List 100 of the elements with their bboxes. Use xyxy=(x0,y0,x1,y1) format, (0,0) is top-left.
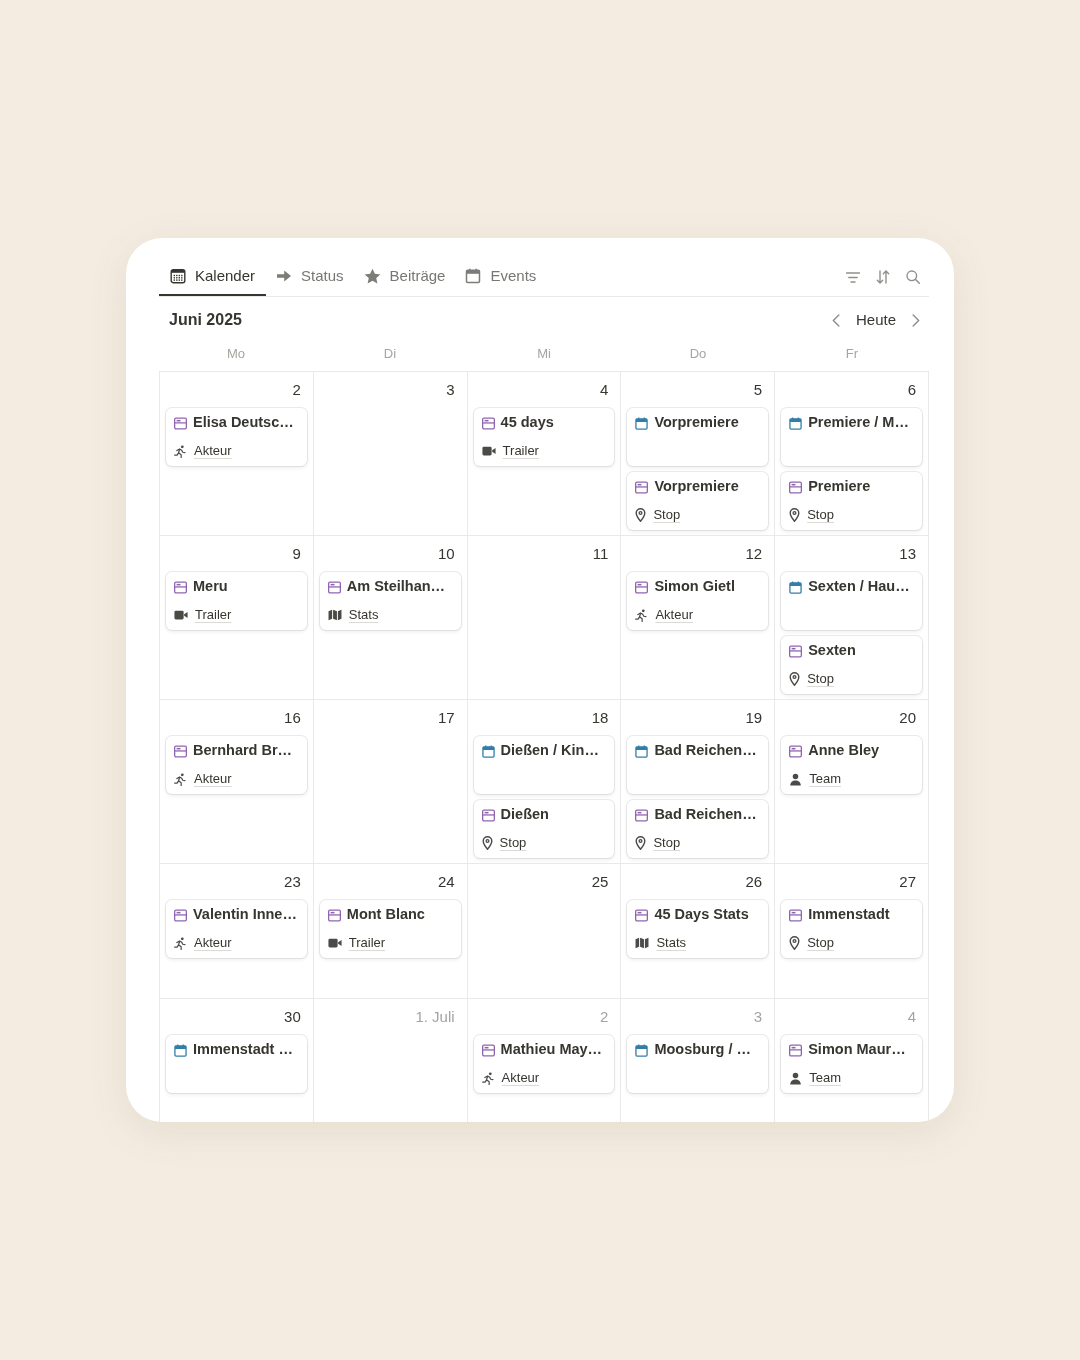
filter-icon[interactable] xyxy=(846,271,860,283)
pin-icon xyxy=(635,836,647,850)
pin-icon xyxy=(789,936,801,950)
event-card[interactable]: Premiere Stop xyxy=(781,472,922,530)
today-button[interactable]: Heute xyxy=(853,308,898,332)
event-title: Bernhard Br… xyxy=(193,741,293,761)
view-tab[interactable]: Events xyxy=(455,258,547,296)
event-card[interactable]: Bad Reichen… xyxy=(627,736,769,794)
event-card[interactable]: Moosburg / … xyxy=(627,1035,769,1093)
calendar-icon xyxy=(174,1043,187,1057)
view-tab[interactable]: Beiträge xyxy=(353,258,456,296)
event-card[interactable]: 45 days Trailer xyxy=(473,408,615,466)
relation-link[interactable]: Trailer xyxy=(502,441,539,461)
relation-link[interactable]: Stop xyxy=(807,505,834,525)
relation-link[interactable]: Akteur xyxy=(655,605,693,625)
event-title: Premiere / M… xyxy=(808,413,909,433)
pin-icon xyxy=(789,508,801,522)
chevron-left-icon[interactable] xyxy=(831,313,840,327)
calendar-grid-icon xyxy=(170,268,186,284)
calendar-icon xyxy=(635,1043,649,1057)
event-card[interactable]: Mathieu May… Akteur xyxy=(473,1035,615,1093)
relation-link[interactable]: Stop xyxy=(653,833,681,853)
event-card[interactable]: Bernhard Br… Akteur xyxy=(166,736,307,794)
day-number: 13 xyxy=(899,544,916,564)
board-icon xyxy=(327,908,341,922)
board-icon xyxy=(327,580,341,594)
relation-link[interactable]: Stats xyxy=(656,933,686,953)
running-person-icon xyxy=(174,444,187,458)
event-card[interactable]: Simon Gietl Akteur xyxy=(627,572,769,630)
event-title: 45 Days Stats xyxy=(654,905,749,925)
event-card[interactable]: Immenstadt Stop xyxy=(781,900,922,958)
view-tab[interactable]: Status xyxy=(266,258,354,296)
calendar-icon xyxy=(465,268,482,284)
relation-link[interactable]: Akteur xyxy=(194,441,232,461)
relation-link[interactable]: Akteur xyxy=(501,1068,540,1088)
relation-link[interactable]: Stop xyxy=(807,933,834,953)
day-number: 10 xyxy=(437,544,455,564)
event-card[interactable]: 45 Days Stats Stats xyxy=(627,900,769,958)
running-person-icon xyxy=(174,772,187,786)
relation-link[interactable]: Stop xyxy=(653,505,681,525)
running-person-icon xyxy=(174,936,187,950)
event-title: Am Steilhan… xyxy=(346,577,446,597)
event-card[interactable]: Sexten Stop xyxy=(781,636,922,694)
event-title: Elisa Deutsc… xyxy=(193,413,294,433)
day-number: 20 xyxy=(899,708,916,728)
relation-link[interactable]: Team xyxy=(809,769,841,789)
relation-link[interactable]: Stats xyxy=(348,605,379,625)
search-icon[interactable] xyxy=(906,270,920,284)
event-title: Simon Maur… xyxy=(808,1040,906,1060)
relation-link[interactable]: Stop xyxy=(807,669,834,689)
relation-link[interactable]: Akteur xyxy=(194,933,232,953)
relation-link[interactable]: Team xyxy=(809,1068,841,1088)
chevron-right-icon[interactable] xyxy=(912,313,920,327)
event-card[interactable]: Valentin Inne… Akteur xyxy=(166,900,307,958)
calendar-icon xyxy=(635,416,649,430)
event-card[interactable]: Immenstadt … xyxy=(166,1035,307,1093)
board-icon xyxy=(635,580,649,594)
running-person-icon xyxy=(635,608,649,622)
calendar-icon xyxy=(481,744,495,758)
day-number: 5 xyxy=(753,380,763,400)
event-card[interactable]: Elisa Deutsc… Akteur xyxy=(166,408,307,466)
event-title: Moosburg / … xyxy=(654,1040,752,1060)
event-title: Simon Gietl xyxy=(654,577,735,597)
relation-link[interactable]: Trailer xyxy=(348,933,386,953)
event-title: Dießen / Kin… xyxy=(500,741,599,761)
board-icon xyxy=(481,416,495,430)
event-card[interactable]: Sexten / Hau… xyxy=(781,572,922,630)
board-icon xyxy=(635,808,649,822)
calendar-icon xyxy=(789,580,803,594)
event-card[interactable]: Am Steilhan… Stats xyxy=(319,572,461,630)
event-card[interactable]: Dießen / Kin… xyxy=(473,736,615,794)
weekday-label: Fr xyxy=(845,345,859,363)
event-card[interactable]: Premiere / M… xyxy=(781,408,922,466)
event-card[interactable]: Meru Trailer xyxy=(166,572,307,630)
month-title: Juni 2025 xyxy=(169,310,242,330)
day-number: 17 xyxy=(437,708,455,728)
event-card[interactable]: Mont Blanc Trailer xyxy=(319,900,461,958)
sort-icon[interactable] xyxy=(876,270,890,284)
map-icon xyxy=(327,609,342,621)
event-title: Immenstadt xyxy=(808,905,890,925)
day-number: 23 xyxy=(284,872,301,892)
person-icon xyxy=(789,772,803,786)
relation-link[interactable]: Stop xyxy=(499,833,527,853)
event-card[interactable]: Dießen Stop xyxy=(473,800,615,858)
relation-link[interactable]: Trailer xyxy=(195,605,232,625)
view-tab[interactable]: Kalender xyxy=(159,258,267,296)
event-card[interactable]: Anne Bley Team xyxy=(781,736,922,794)
event-title: Mathieu May… xyxy=(500,1040,603,1060)
event-card[interactable]: Vorpremiere xyxy=(627,408,769,466)
day-number: 16 xyxy=(284,708,301,728)
event-card[interactable]: Bad Reichen… Stop xyxy=(627,800,769,858)
relation-link[interactable]: Akteur xyxy=(194,769,232,789)
day-number: 3 xyxy=(753,1007,763,1027)
event-title: Vorpremiere xyxy=(654,477,739,497)
event-card[interactable]: Vorpremiere Stop xyxy=(627,472,769,530)
event-title: Dießen xyxy=(500,805,549,825)
event-card[interactable]: Simon Maur… Team xyxy=(781,1035,922,1093)
board-icon xyxy=(174,416,187,430)
pin-icon xyxy=(789,672,801,686)
event-title: Premiere xyxy=(808,477,871,497)
